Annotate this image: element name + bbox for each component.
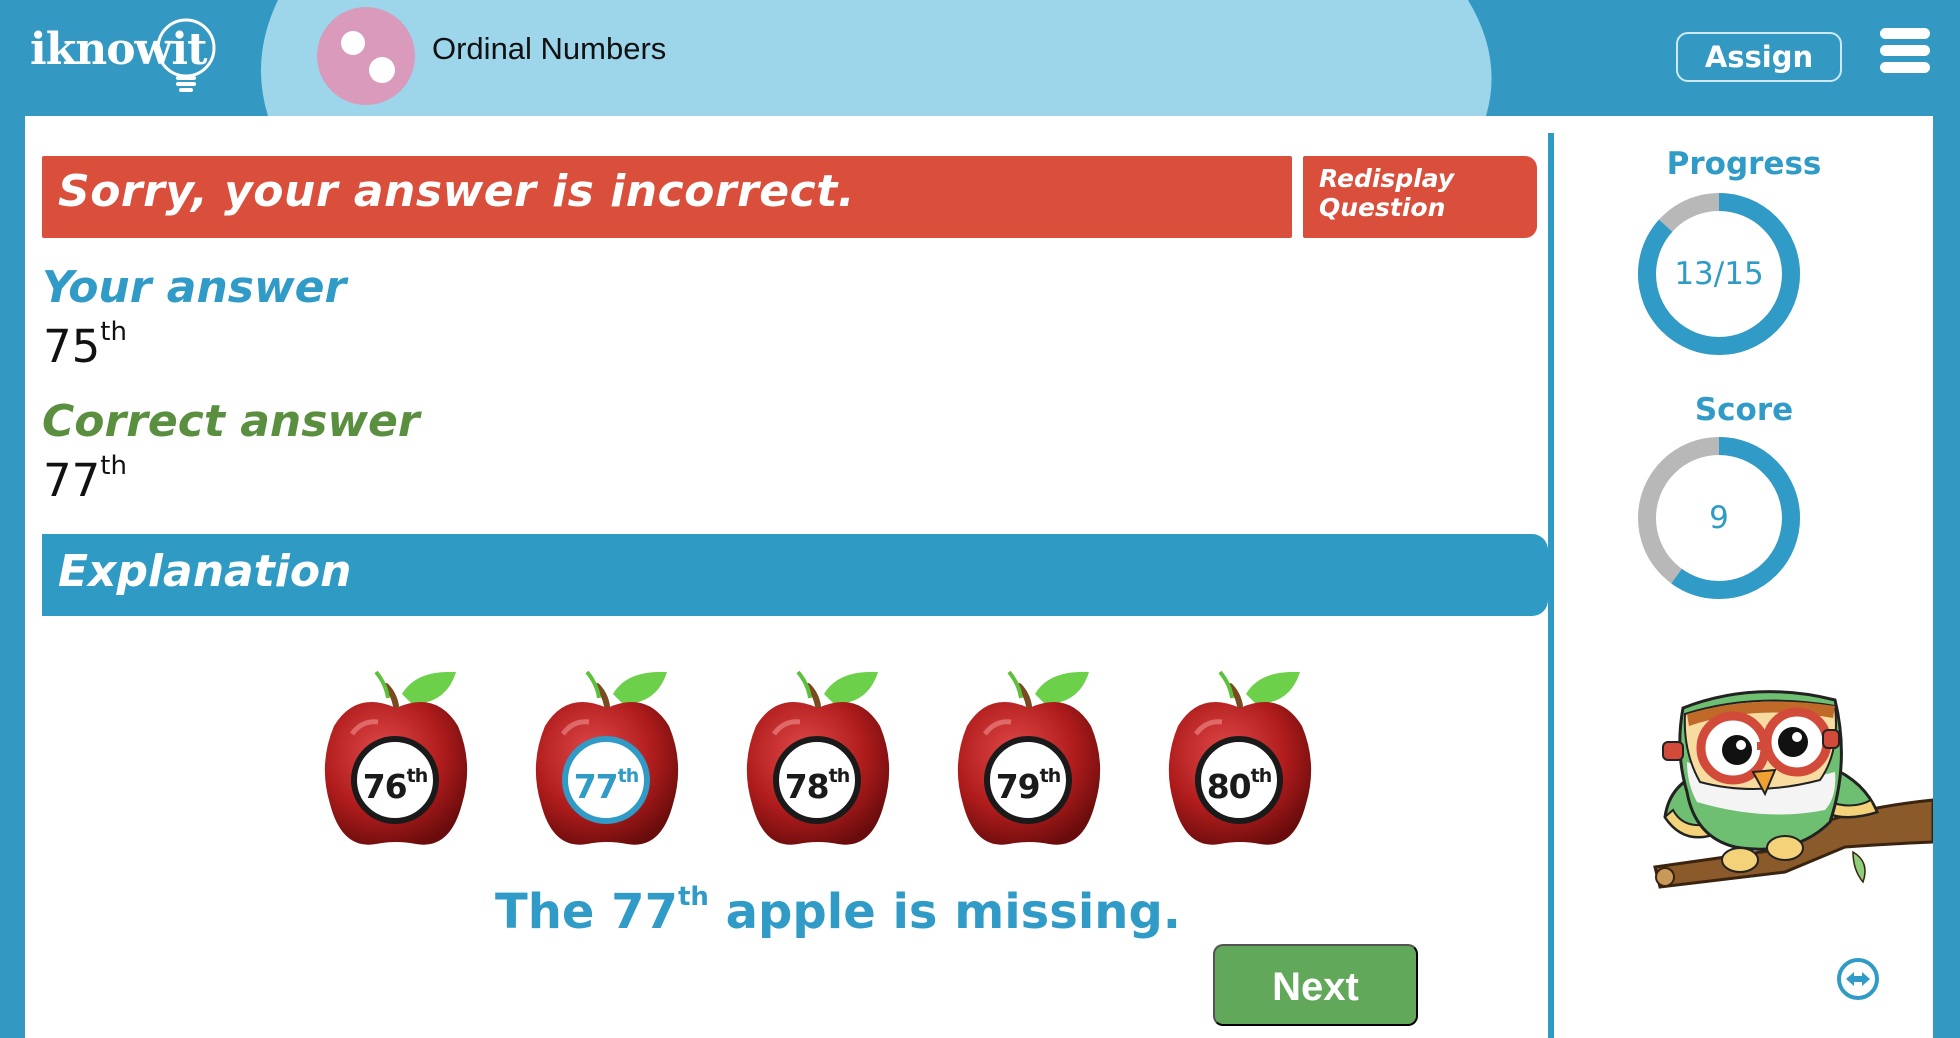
explanation-sentence: The 77th apple is missing.: [495, 882, 1182, 940]
sentence-suffix: th: [677, 882, 709, 912]
topic-dot: [369, 57, 395, 83]
apple-number: 79: [995, 767, 1041, 806]
progress-ring: 13/15: [1637, 192, 1801, 356]
explanation-header: Explanation: [42, 534, 1548, 616]
top-header: iknowit Ordinal Numbers Assign: [0, 0, 1960, 116]
apple-suffix: th: [1039, 765, 1062, 787]
score-ring: 9: [1637, 436, 1801, 600]
topic-dot: [341, 31, 365, 55]
apple: 76th: [316, 664, 476, 854]
correct-answer-number: 77: [43, 454, 101, 507]
sentence-part: apple is missing.: [708, 884, 1182, 940]
hamburger-menu-icon[interactable]: [1880, 28, 1930, 74]
redisplay-label-line1: Redisplay: [1319, 164, 1455, 193]
apple-suffix: th: [828, 765, 851, 787]
apple-label: 78th: [773, 736, 861, 824]
sentence-part: The 77: [495, 884, 678, 940]
apple-suffix: th: [406, 765, 429, 787]
topic-title: Ordinal Numbers: [432, 31, 667, 66]
your-answer-suffix: th: [100, 317, 127, 347]
apple: 78th: [738, 664, 898, 854]
owl-mascot-icon: [1653, 690, 1933, 889]
your-answer-value: 75th: [43, 317, 127, 373]
topic-icon: [317, 7, 415, 105]
feedback-message: Sorry, your answer is incorrect.: [58, 166, 855, 217]
apple-label: 79th: [984, 736, 1072, 824]
assign-button[interactable]: Assign: [1676, 32, 1842, 82]
apple: 79th: [949, 664, 1109, 854]
resize-horizontal-icon[interactable]: [1837, 958, 1879, 1000]
redisplay-label-line2: Question: [1319, 193, 1446, 222]
apple-suffix: th: [617, 765, 640, 787]
apple-number: 78: [784, 767, 830, 806]
your-answer-label: Your answer: [42, 262, 347, 313]
progress-value: 13/15: [1674, 256, 1764, 292]
score-label: Score: [1694, 392, 1794, 428]
apple: 77th: [527, 664, 687, 854]
apple-suffix: th: [1250, 765, 1273, 787]
apple-row: 76th 77th 78th 79th 80th: [25, 664, 1525, 864]
correct-answer-label: Correct answer: [42, 396, 420, 447]
apple: 80th: [1160, 664, 1320, 854]
apple-label: 80th: [1195, 736, 1283, 824]
progress-label: Progress: [1666, 146, 1822, 182]
your-answer-number: 75: [43, 320, 101, 373]
explanation-heading: Explanation: [58, 546, 352, 597]
correct-answer-suffix: th: [100, 451, 127, 481]
sidebar-divider: [1548, 133, 1554, 1038]
score-value: 9: [1709, 500, 1729, 536]
incorrect-feedback-banner: Sorry, your answer is incorrect.: [42, 156, 1292, 238]
apple-number: 76: [362, 767, 408, 806]
main-panel: Sorry, your answer is incorrect. Redispl…: [25, 116, 1933, 1038]
apple-number: 80: [1206, 767, 1252, 806]
apple-label: 76th: [351, 736, 439, 824]
lightbulb-icon: [156, 18, 216, 92]
correct-answer-value: 77th: [43, 451, 127, 507]
iknowit-logo[interactable]: iknowit: [30, 18, 230, 94]
apple-number: 77: [573, 767, 619, 806]
next-button[interactable]: Next: [1213, 944, 1418, 1026]
redisplay-question-button[interactable]: Redisplay Question: [1303, 156, 1537, 238]
apple-label-highlighted: 77th: [562, 736, 650, 824]
